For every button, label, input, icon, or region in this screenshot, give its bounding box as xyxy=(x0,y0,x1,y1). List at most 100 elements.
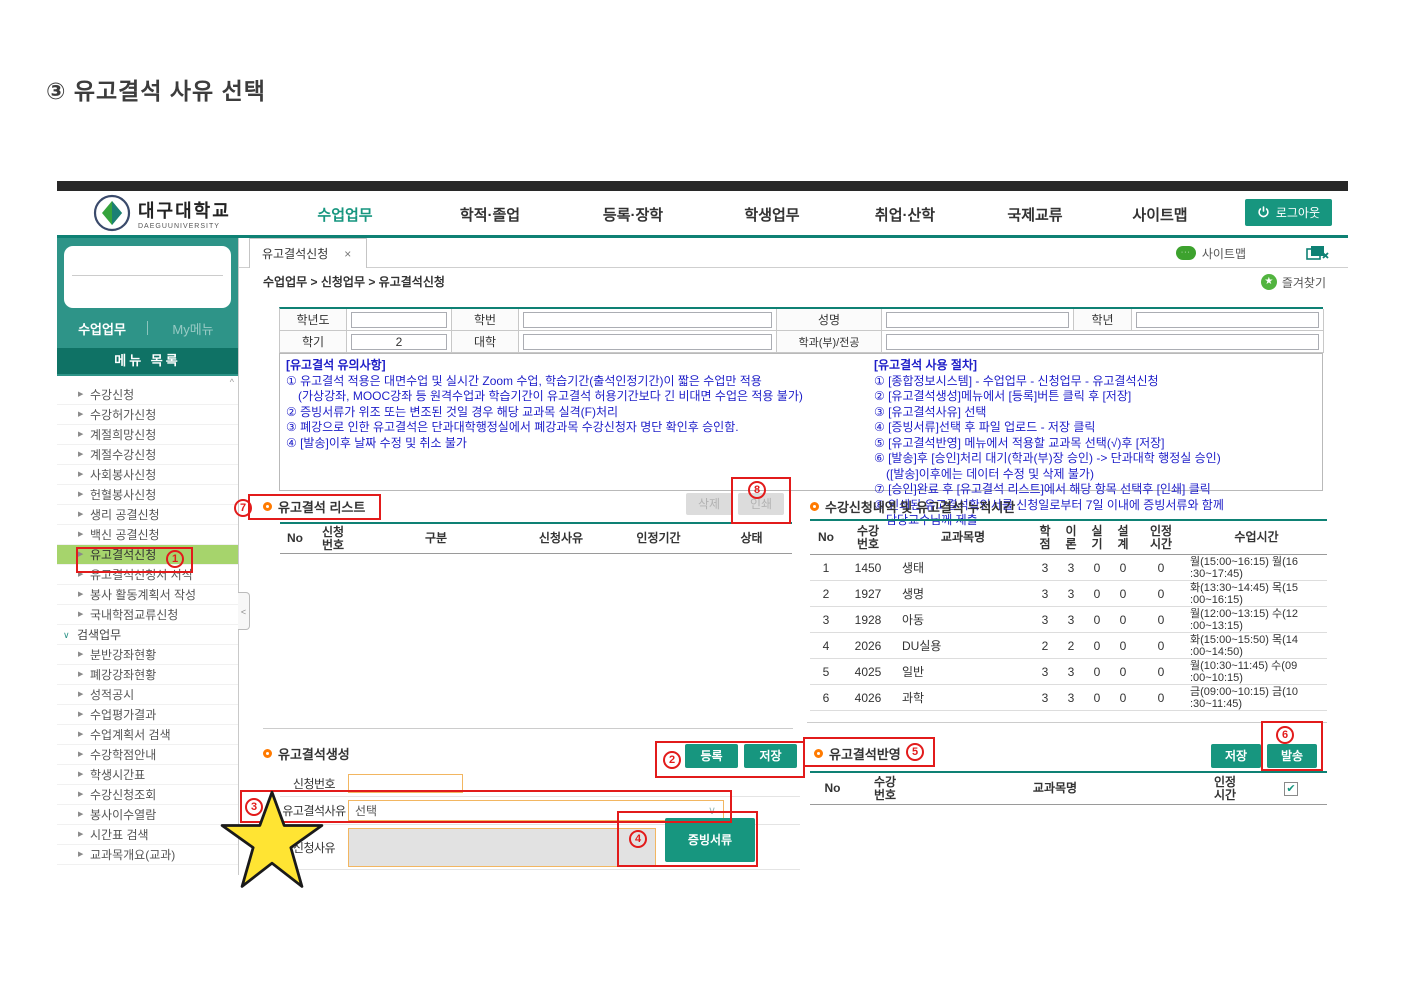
sidebar-item-17[interactable]: ▶ 수업평가결과 xyxy=(57,705,238,725)
sidebar-item-1[interactable]: ▶ 수강신청 xyxy=(57,385,238,405)
sidebar-item-label: 수업계획서 검색 xyxy=(90,728,171,742)
sidebar-item-label: 사회봉사신청 xyxy=(90,468,157,482)
sidebar: 수업업무 My메뉴 메뉴 목록 ^ ▶ 수강신청 ▶ 수강허가신청 ▶ 계절희망신청 ▶ 계절… xyxy=(57,238,238,875)
college-input[interactable] xyxy=(523,333,772,350)
nav-item-4[interactable]: 학생업무 xyxy=(744,204,799,225)
sidebar-item-18[interactable]: ▶ 수업계획서 검색 xyxy=(57,725,238,745)
logo-subtitle: DAEGUUNIVERSITY xyxy=(138,222,220,230)
sidebar-item-12[interactable]: ▶ 국내학점교류신청 xyxy=(57,605,238,625)
delete-button[interactable]: 삭제 xyxy=(686,493,732,515)
table-cell: 3 xyxy=(1067,664,1075,679)
apply-save-button[interactable]: 저장 xyxy=(1211,744,1261,768)
nav-item-2[interactable]: 학적·졸업 xyxy=(460,204,520,225)
sidebar-item-19[interactable]: ▶ 수강학점안내 xyxy=(57,745,238,765)
sidebar-item-label: 성적공시 xyxy=(90,688,135,702)
table-cell: 0 xyxy=(1119,560,1127,575)
column-header: 수강 번호 xyxy=(873,774,897,802)
sidebar-item-23[interactable]: ▶ 시간표 검색 xyxy=(57,825,238,845)
sidebar-item-label: 백신 공결신청 xyxy=(90,528,160,542)
sidebar-item-16[interactable]: ▶ 성적공시 xyxy=(57,685,238,705)
arrow-right-icon: ▶ xyxy=(78,491,84,498)
notice-line: (가상강좌, MOOC강좌 등 원격수업과 학습기간이 유고결석 허용기간보다 … xyxy=(286,389,803,403)
grade-label: 학년 xyxy=(1074,309,1132,331)
sidebar-item-8[interactable]: ▶ 백신 공결신청 xyxy=(57,525,238,545)
sitemap-link[interactable]: ··· 사이트맵 xyxy=(1175,245,1246,262)
apply-heading: 유고결석반영 xyxy=(814,744,901,763)
tab-absence-application[interactable]: 유고결석신청 × xyxy=(249,238,367,268)
grade-input[interactable] xyxy=(1136,311,1319,328)
sidebar-item-label: 유고결석신청서 서식 xyxy=(90,568,193,582)
notice-line: ⑥ [발송]후 [승인]처리 대기(학과(부)장 승인) -> 단과대학 행정실… xyxy=(874,451,1221,465)
main-content: 유고결석신청 × ··· 사이트맵 수업업무 > 신청업무 > 유고결석신청 ★… xyxy=(238,238,1348,875)
sidebar-item-label: 수강신청 xyxy=(90,388,135,402)
column-header: 신청사유 xyxy=(538,531,584,545)
sidebar-item-20[interactable]: ▶ 학생시간표 xyxy=(57,765,238,785)
close-windows-icon[interactable] xyxy=(1306,245,1330,261)
register-button[interactable]: 등록 xyxy=(685,744,738,768)
create-save-button[interactable]: 저장 xyxy=(744,744,797,768)
nav-item-6[interactable]: 국제교류 xyxy=(1007,204,1062,225)
sidebar-item-5[interactable]: ▶ 사회봉사신청 xyxy=(57,465,238,485)
sidebar-item-21[interactable]: ▶ 수강신청조회 xyxy=(57,785,238,805)
arrow-right-icon: ▶ xyxy=(78,531,84,538)
sidebar-item-4[interactable]: ▶ 계절수강신청 xyxy=(57,445,238,465)
sidebar-item-label: 학생시간표 xyxy=(90,768,146,782)
arrow-right-icon: ▶ xyxy=(78,431,84,438)
sidebar-item-24[interactable]: ▶ 교과목개요(교과) xyxy=(57,845,238,865)
table-cell: 0 xyxy=(1093,638,1101,653)
print-button[interactable]: 인쇄 xyxy=(738,493,784,515)
left-section-divider xyxy=(263,728,793,729)
sidebar-item-3[interactable]: ▶ 계절희망신청 xyxy=(57,425,238,445)
sidebar-item-7[interactable]: ▶ 생리 공결신청 xyxy=(57,505,238,525)
send-button[interactable]: 발송 xyxy=(1267,744,1317,768)
nav-item-5[interactable]: 취업·산학 xyxy=(875,204,935,225)
favorite-label: 즐겨찾기 xyxy=(1281,275,1326,290)
column-header: 실 기 xyxy=(1091,523,1103,551)
table-cell: 2 xyxy=(1067,638,1075,653)
nav-item-3[interactable]: 등록·장학 xyxy=(603,204,663,225)
sidebar-tab-mymenu[interactable]: My메뉴 xyxy=(148,319,238,338)
notice-title: [유고결석 사용 절차] xyxy=(874,358,977,372)
sidebar-item-22[interactable]: ▶ 봉사이수열람 xyxy=(57,805,238,825)
arrow-right-icon: ▶ xyxy=(78,591,84,598)
table-cell: 0 xyxy=(1157,612,1165,627)
arrow-right-icon: ▶ xyxy=(78,411,84,418)
table-cell: 3 xyxy=(1067,586,1075,601)
logout-button[interactable]: 로그아웃 xyxy=(1244,199,1332,226)
arrow-right-icon: ▶ xyxy=(78,671,84,678)
sidebar-item-13[interactable]: ∨ 검색업무 xyxy=(57,625,238,645)
select-all-checkbox[interactable]: ✔ xyxy=(1284,781,1298,796)
sidebar-item-10[interactable]: ▶ 유고결석신청서 서식 xyxy=(57,565,238,585)
apply-table: No 수강 번호 교과목명 인정 시간 ✔ xyxy=(810,771,1327,805)
favorite-button[interactable]: ★ 즐겨찾기 xyxy=(1260,268,1326,296)
nav-item-7[interactable]: 사이트맵 xyxy=(1132,204,1187,225)
sidebar-collapse-handle[interactable]: < xyxy=(238,592,250,630)
table-cell: 0 xyxy=(1093,560,1101,575)
detail-reason-textarea[interactable] xyxy=(348,827,656,867)
table-cell: 3 xyxy=(1067,612,1075,627)
university-logo[interactable]: 대구대학교 DAEGUUNIVERSITY xyxy=(93,194,231,232)
sidebar-item-11[interactable]: ▶ 봉사 활동계획서 작성 xyxy=(57,585,238,605)
nav-item-1[interactable]: 수업업무 xyxy=(317,204,372,225)
notice-line: ① [종합정보시스템] - 수업업무 - 신청업무 - 유고결석신청 xyxy=(874,373,1159,388)
sidebar-item-2[interactable]: ▶ 수강허가신청 xyxy=(57,405,238,425)
table-cell: 0 xyxy=(1119,586,1127,601)
logout-label: 로그아웃 xyxy=(1275,206,1320,220)
sidebar-item-14[interactable]: ▶ 분반강좌현황 xyxy=(57,645,238,665)
application-no-input[interactable] xyxy=(348,773,463,793)
major-input[interactable] xyxy=(886,333,1319,350)
year-input[interactable] xyxy=(351,311,447,328)
year-label: 학년도 xyxy=(280,309,347,331)
semester-input[interactable]: 2 xyxy=(351,333,447,350)
sidebar-tab-lecture[interactable]: 수업업무 xyxy=(57,319,147,338)
sidebar-item-15[interactable]: ▶ 폐강강좌현황 xyxy=(57,665,238,685)
sidebar-tabs: 수업업무 My메뉴 xyxy=(57,316,238,340)
tab-close-icon[interactable]: × xyxy=(344,247,351,261)
table-cell: 2 xyxy=(1041,638,1049,653)
sidebar-item-6[interactable]: ▶ 헌혈봉사신청 xyxy=(57,485,238,505)
evidence-button[interactable]: 증빙서류 xyxy=(665,818,755,862)
name-input[interactable] xyxy=(886,311,1069,328)
student-no-input[interactable] xyxy=(523,311,772,328)
table-cell: 4 xyxy=(822,638,830,653)
sidebar-item-9[interactable]: ▶ 유고결석신청 xyxy=(57,545,238,565)
